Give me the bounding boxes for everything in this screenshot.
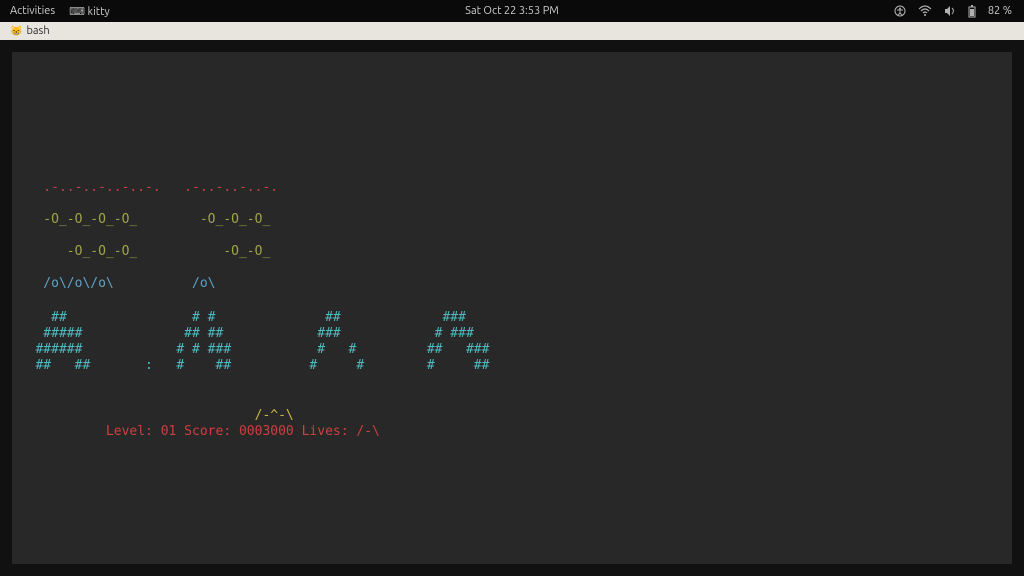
kitty-icon: ⌨ bbox=[69, 5, 85, 18]
terrain-row-3: ###### # # ### # # ## ### bbox=[12, 342, 489, 358]
terminal-viewport[interactable]: .-..-..-..-..-. .-..-..-..-. -O_-O_-O_-O… bbox=[12, 52, 1012, 564]
system-status-area[interactable]: 82 % bbox=[894, 5, 1024, 18]
app-menu[interactable]: ⌨ kitty bbox=[69, 5, 110, 18]
terminal-tab[interactable]: 😸 bash bbox=[4, 25, 56, 37]
enemies-row-1: .-..-..-..-..-. .-..-..-..-. bbox=[12, 180, 278, 196]
enemies-row-3: -O_-O_-O_ -O_-O_ bbox=[12, 244, 270, 260]
terrain-row-1: ## # # ## ### bbox=[12, 310, 466, 326]
activities-button[interactable]: Activities bbox=[10, 5, 55, 17]
battery-percent: 82 % bbox=[988, 5, 1012, 17]
wifi-icon bbox=[918, 5, 932, 17]
kitty-tab-icon: 😸 bbox=[10, 25, 22, 37]
terminal-window: .-..-..-..-..-. .-..-..-..-. -O_-O_-O_-O… bbox=[0, 40, 1024, 576]
volume-icon bbox=[944, 5, 956, 17]
terrain-row-2: ##### ## ## ### # ### bbox=[12, 326, 474, 342]
app-name: kitty bbox=[88, 6, 110, 18]
gnome-topbar: Activities ⌨ kitty Sat Oct 22 3:53 PM 82… bbox=[0, 0, 1024, 22]
accessibility-icon bbox=[894, 5, 906, 17]
enemies-row-4: /o\/o\/o\ /o\ bbox=[12, 276, 216, 292]
battery-icon bbox=[968, 5, 976, 18]
tab-label: bash bbox=[26, 25, 49, 37]
status-line: Level: 01 Score: 0003000 Lives: /-\ bbox=[12, 424, 380, 440]
player-ship: /-^-\ bbox=[12, 408, 294, 424]
terrain-row-4: ## ## : # ## # # # ## bbox=[12, 358, 489, 374]
window-tabbar: 😸 bash bbox=[0, 22, 1024, 40]
enemies-row-2: -O_-O_-O_-O_ -O_-O_-O_ bbox=[12, 212, 270, 228]
clock[interactable]: Sat Oct 22 3:53 PM bbox=[465, 5, 559, 17]
